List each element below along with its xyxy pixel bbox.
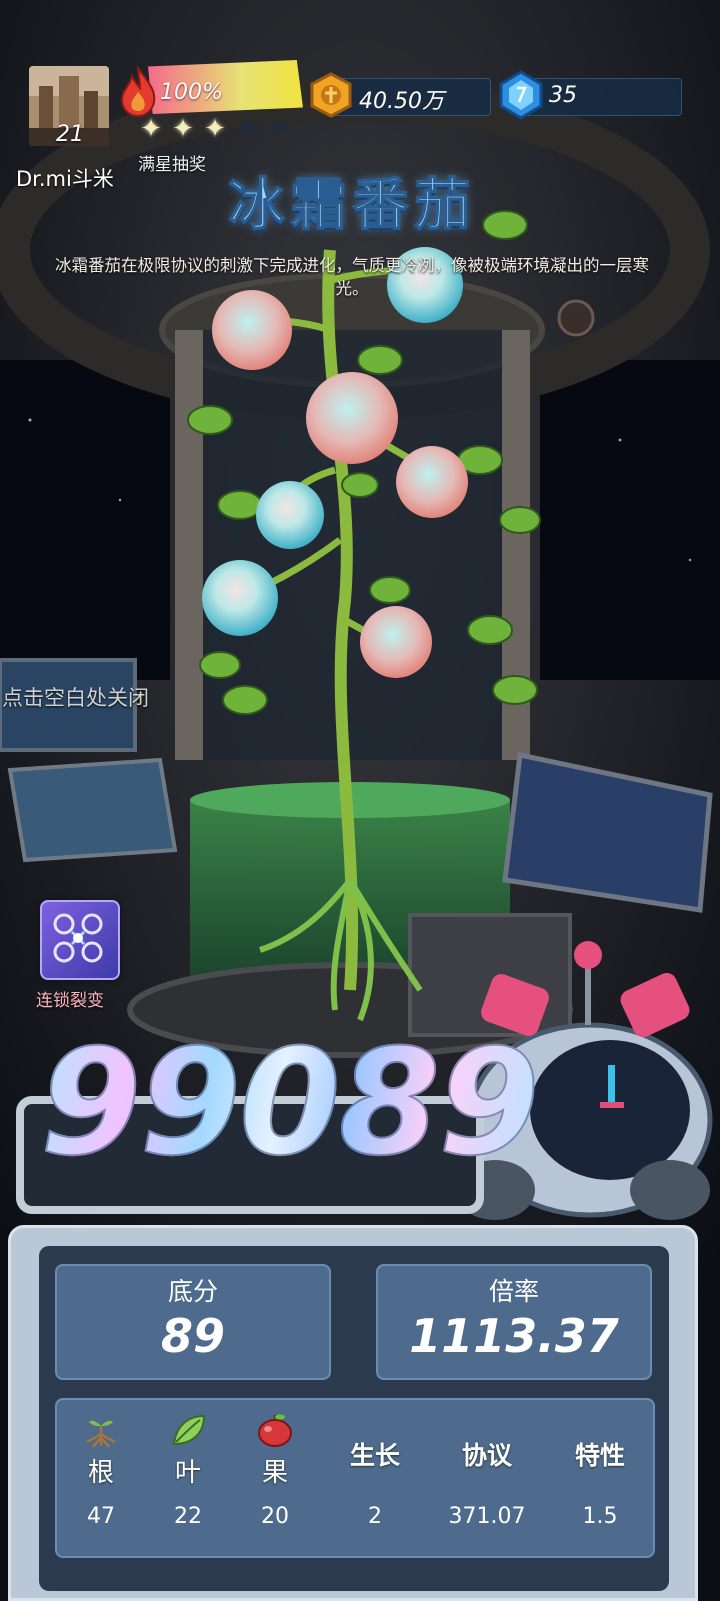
attr-trait-value: 1.5 — [582, 1504, 618, 1529]
attr-growth-value: 2 — [368, 1504, 382, 1529]
energy-percent: 100% — [160, 80, 223, 105]
multiplier-label: 倍率 — [488, 1277, 539, 1306]
coin-icon — [308, 72, 354, 118]
total-score: 99089 — [39, 1018, 541, 1188]
star-empty-icon: ✦ — [236, 114, 258, 144]
attr-protocol-value: 371.07 — [448, 1504, 526, 1529]
multiplier-value: 1113.37 — [409, 1309, 619, 1363]
chain-fission-icon — [53, 913, 103, 963]
apple-icon — [257, 1412, 293, 1448]
gem-amount: 35 — [549, 83, 577, 108]
gem-icon — [497, 70, 545, 120]
attr-root-name: 根 — [87, 1458, 114, 1488]
chain-fission-button[interactable] — [40, 900, 120, 980]
attr-fruit-name: 果 — [261, 1458, 288, 1488]
star-filled-icon: ✦ — [204, 114, 226, 144]
attr-growth-name: 生长 — [349, 1441, 400, 1470]
energy-stars: ✦ ✦ ✦ ✦ ✦ — [138, 116, 292, 142]
chain-fission-label: 连锁裂变 — [36, 991, 104, 1011]
base-score-label: 底分 — [167, 1277, 218, 1306]
leaf-icon — [170, 1412, 206, 1448]
multiplier-box: 倍率 1113.37 — [376, 1264, 652, 1380]
coin-amount: 40.50万 — [359, 89, 444, 114]
plant-title: 冰霜番茄 — [228, 172, 477, 239]
star-filled-icon: ✦ — [140, 114, 162, 144]
star-empty-icon: ✦ — [268, 114, 290, 144]
attr-fruit-value: 20 — [261, 1504, 289, 1529]
attr-leaf-name: 叶 — [174, 1458, 201, 1488]
root-icon — [83, 1412, 119, 1448]
attr-trait-name: 特性 — [574, 1441, 625, 1470]
player-level: 21 — [56, 122, 84, 147]
base-score-value: 89 — [160, 1309, 225, 1363]
close-hint[interactable]: 点击空白处关闭 — [2, 682, 149, 712]
attribute-table: 根 47 叶 22 果 20 生长 2 协议 371.07 特性 1.5 — [55, 1398, 655, 1558]
attr-protocol-name: 协议 — [461, 1441, 512, 1470]
flame-icon — [118, 64, 158, 118]
attr-leaf-value: 22 — [174, 1504, 202, 1529]
base-score-box: 底分 89 — [55, 1264, 331, 1380]
plant-description: 冰霜番茄在极限协议的刺激下完成进化，气质更冷冽，像被极端环境凝出的一层寒光。 — [55, 256, 649, 298]
star-filled-icon: ✦ — [172, 114, 194, 144]
attr-root-value: 47 — [87, 1504, 115, 1529]
